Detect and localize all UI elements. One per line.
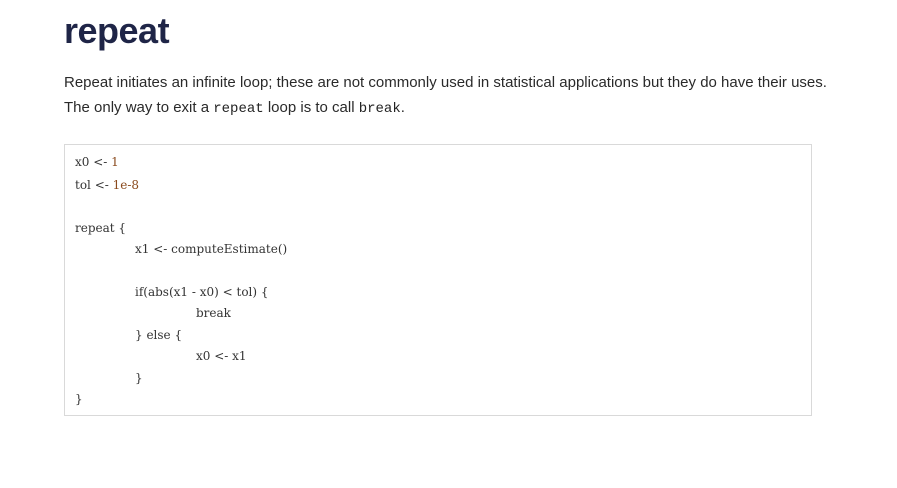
code-line-4: x1 <- computeEstimate() — [135, 242, 288, 256]
code-line-6: break — [196, 306, 231, 320]
code-line-5: if(abs(x1 - x0) < tol) { — [135, 285, 269, 299]
code-line-7: } else { — [135, 328, 183, 342]
inline-code-repeat: repeat — [213, 101, 264, 117]
code-line-9: } — [135, 371, 143, 385]
code-line-8: x0 <- x1 — [196, 349, 247, 363]
code-line-10: } — [75, 392, 83, 406]
intro-text-before: Repeat initiates an infinite loop; these… — [64, 74, 827, 116]
code-block: x0 <- 1 tol <- 1e-8 repeat { x1 <- compu… — [64, 144, 812, 416]
intro-text-after: . — [400, 99, 405, 116]
code-line-2-number: 1e-8 — [112, 178, 140, 192]
intro-paragraph: Repeat initiates an infinite loop; these… — [64, 70, 834, 122]
slide: repeat Repeat initiates an infinite loop… — [0, 0, 897, 488]
code-line-1-text: x0 <- — [75, 155, 112, 169]
slide-title: repeat — [64, 10, 170, 51]
code-line-1: x0 <- 1 — [75, 153, 119, 171]
inline-code-break: break — [358, 101, 401, 117]
code-line-2-text: tol <- — [75, 178, 113, 192]
code-line-2: tol <- 1e-8 — [75, 176, 139, 194]
code-line-3: repeat { — [75, 221, 127, 235]
code-line-1-number: 1 — [111, 155, 119, 169]
intro-text-middle: loop is to call — [263, 99, 359, 116]
